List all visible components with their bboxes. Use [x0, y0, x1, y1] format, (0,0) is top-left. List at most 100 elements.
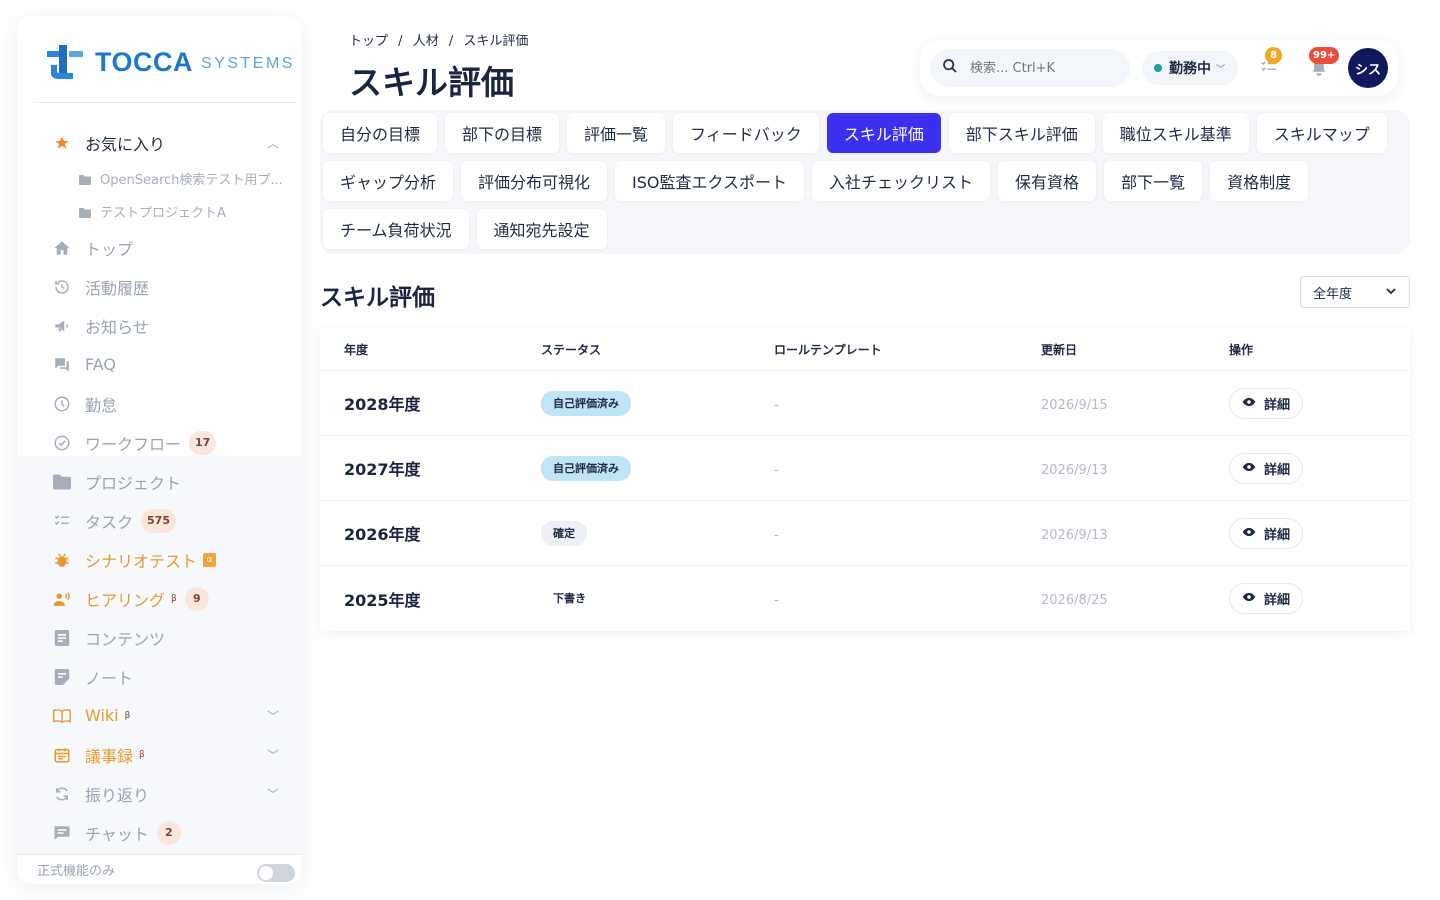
- tab-item[interactable]: ISO監査エクスポート: [615, 161, 805, 201]
- breadcrumb-top[interactable]: トップ: [349, 34, 388, 49]
- official-only-label: 正式機能のみ: [37, 864, 116, 879]
- topbar: 勤務中 ﹀ 8 99+ シス: [920, 40, 1398, 96]
- section-title: スキル評価: [320, 285, 435, 311]
- tab-item[interactable]: フィードバック: [673, 113, 819, 153]
- sidebar-item-scenario-test[interactable]: シナリオテスト α: [17, 540, 301, 579]
- tab-item[interactable]: 部下一覧: [1104, 161, 1203, 201]
- sidebar-item-workflow[interactable]: ワークフロー 17: [17, 423, 301, 462]
- sidebar-item-task[interactable]: タスク 575: [17, 501, 301, 540]
- eye-icon: [1242, 461, 1256, 476]
- tab-item[interactable]: 資格制度: [1210, 161, 1309, 201]
- detail-button[interactable]: 詳細: [1229, 387, 1304, 419]
- tab-item[interactable]: 自分の目標: [323, 113, 438, 153]
- sidebar-item-faq[interactable]: FAQ: [17, 345, 301, 384]
- folder-icon: [79, 174, 91, 185]
- sidebar-item-label: ヒアリング: [85, 590, 166, 610]
- sidebar-item-project[interactable]: プロジェクト: [17, 462, 301, 501]
- breadcrumb-hr[interactable]: 人材: [413, 34, 439, 49]
- sidebar-item-history[interactable]: 活動履歴: [17, 267, 301, 306]
- notification-badge: 99+: [1309, 47, 1340, 64]
- header-template: ロールテンプレート: [774, 342, 882, 357]
- official-only-toggle[interactable]: [257, 864, 295, 882]
- chevron-down-icon[interactable]: ﹀: [267, 746, 279, 763]
- chevron-up-icon[interactable]: ︿: [267, 135, 279, 152]
- count-badge: 17: [189, 430, 217, 455]
- sidebar-item-label: コンテンツ: [85, 629, 166, 649]
- brand-logo[interactable]: TOCCA SYSTEMS: [47, 42, 292, 82]
- count-badge: 575: [141, 508, 176, 533]
- year-filter-select[interactable]: 全年度: [1300, 276, 1410, 308]
- tab-item[interactable]: 評価分布可視化: [461, 161, 608, 201]
- check-circle-icon: [53, 434, 71, 452]
- detail-button[interactable]: 詳細: [1229, 517, 1304, 549]
- count-badge: 2: [156, 820, 181, 845]
- tasks-button[interactable]: 8: [1259, 47, 1282, 78]
- sidebar-item-label: ノート: [85, 668, 134, 688]
- chevron-down-icon[interactable]: ﹀: [267, 785, 279, 802]
- tab-item[interactable]: 保有資格: [998, 161, 1097, 201]
- header-status: ステータス: [541, 342, 602, 357]
- tab-item[interactable]: 評価一覧: [567, 113, 666, 153]
- tab-item[interactable]: 通知宛先設定: [476, 209, 607, 249]
- table-row: 2025年度 下書き - 2026/8/25 詳細: [320, 566, 1410, 631]
- status-badge: 自己評価済み: [541, 455, 631, 481]
- row-template: -: [774, 462, 779, 478]
- home-icon: [53, 239, 71, 257]
- favorite-item[interactable]: テストプロジェクトA: [17, 195, 301, 228]
- tab-item[interactable]: 部下の目標: [445, 113, 560, 153]
- sidebar-item-chat[interactable]: チャット 2: [17, 813, 301, 852]
- brand-name: TOCCA: [95, 46, 194, 77]
- tab-item[interactable]: ギャップ分析: [323, 161, 454, 201]
- sidebar-item-attendance[interactable]: 勤怠: [17, 384, 301, 423]
- work-status-button[interactable]: 勤務中 ﹀: [1142, 51, 1238, 85]
- sidebar-item-label: お気に入り: [85, 135, 166, 154]
- header-updated: 更新日: [1041, 342, 1078, 357]
- sidebar-item-hearing[interactable]: ヒアリング β 9: [17, 579, 301, 618]
- page-title: スキル評価: [349, 63, 514, 102]
- calendar-icon: [53, 746, 71, 764]
- status-badge: 確定: [541, 520, 587, 546]
- row-template: -: [774, 593, 779, 608]
- avatar[interactable]: シス: [1348, 48, 1388, 88]
- search-icon: [942, 58, 958, 78]
- row-year: 2028年度: [344, 395, 421, 414]
- sidebar-item-note[interactable]: ノート: [17, 657, 301, 696]
- sidebar-item-label: FAQ: [85, 355, 116, 374]
- task-badge: 8: [1265, 47, 1282, 64]
- row-updated: 2026/9/13: [1041, 462, 1108, 478]
- sidebar-item-top[interactable]: トップ: [17, 228, 301, 267]
- sidebar-item-news[interactable]: お知らせ: [17, 306, 301, 345]
- sidebar: TOCCA SYSTEMS お気に入り ︿ OpenSearch検索テスト用プ.…: [17, 16, 301, 884]
- sidebar-item-label: 活動履歴: [85, 278, 150, 298]
- faq-icon: [53, 356, 71, 374]
- star-icon: [53, 134, 71, 152]
- year-filter-value: 全年度: [1313, 286, 1353, 302]
- chevron-down-icon[interactable]: ﹀: [267, 707, 279, 724]
- tab-item[interactable]: スキルマップ: [1256, 113, 1387, 153]
- sidebar-item-wiki[interactable]: Wiki β ﹀: [17, 696, 301, 735]
- sidebar-footer: 正式機能のみ: [17, 854, 301, 884]
- document-icon: [53, 629, 71, 647]
- skill-eval-table: 年度 ステータス ロールテンプレート 更新日 操作 2028年度 自己評価済み -2…: [320, 328, 1410, 631]
- megaphone-icon: [53, 317, 71, 335]
- favorite-item[interactable]: OpenSearch検索テスト用プ...: [17, 162, 301, 195]
- sidebar-item-contents[interactable]: コンテンツ: [17, 618, 301, 657]
- sidebar-item-retrospective[interactable]: 振り返り ﹀: [17, 774, 301, 813]
- sidebar-item-favorites[interactable]: お気に入り ︿: [17, 124, 301, 162]
- sidebar-item-minutes[interactable]: 議事録 β ﹀: [17, 735, 301, 774]
- chevron-down-icon: ﹀: [1216, 64, 1226, 75]
- search-box[interactable]: [930, 49, 1130, 87]
- detail-button[interactable]: 詳細: [1229, 583, 1304, 614]
- tab-item[interactable]: 部下スキル評価: [948, 113, 1095, 153]
- tab-item[interactable]: 入社チェックリスト: [812, 161, 991, 201]
- search-input[interactable]: [970, 60, 1110, 76]
- detail-button[interactable]: 詳細: [1229, 452, 1304, 484]
- eye-icon: [1242, 526, 1256, 541]
- tab-item[interactable]: 職位スキル基準: [1102, 113, 1249, 153]
- folder-icon: [53, 473, 71, 491]
- row-template: -: [774, 397, 779, 413]
- notifications-button[interactable]: 99+: [1309, 47, 1340, 78]
- bug-icon: [53, 551, 71, 569]
- tab-item[interactable]: スキル評価: [826, 113, 941, 153]
- tab-item[interactable]: チーム負荷状況: [323, 209, 469, 249]
